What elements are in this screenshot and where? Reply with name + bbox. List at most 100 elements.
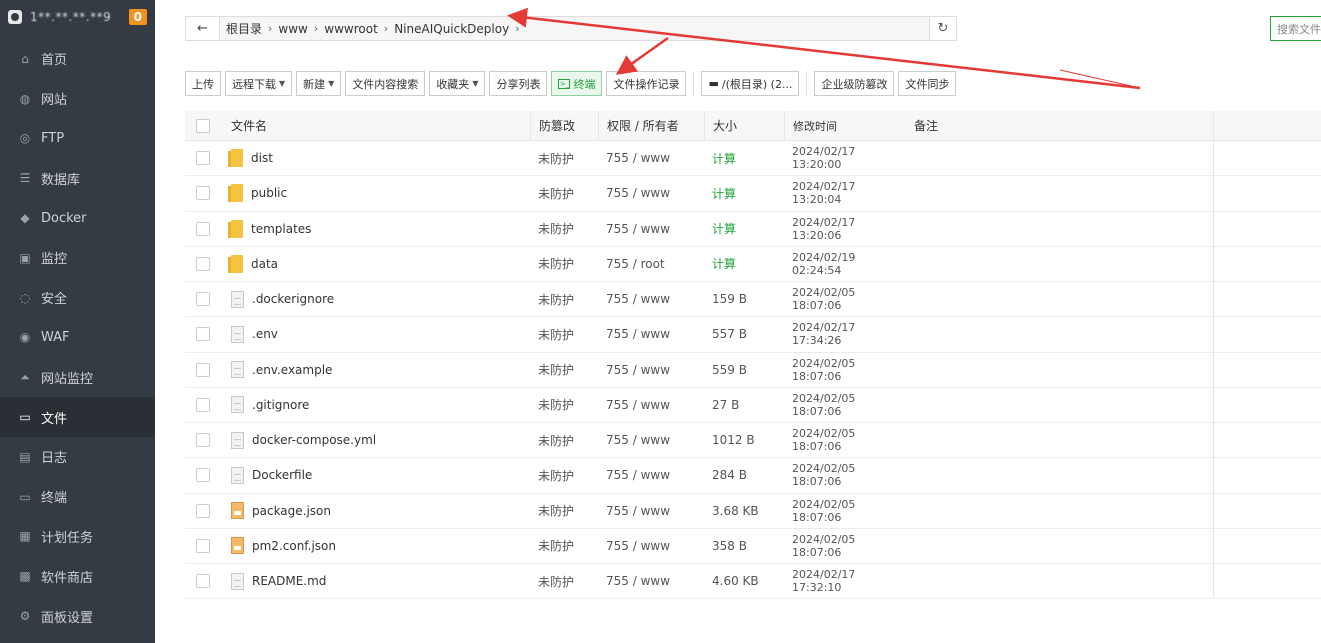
terminal-button[interactable]: >_ 终端	[551, 71, 603, 96]
row-checkbox[interactable]	[196, 468, 210, 483]
protect-status[interactable]: 未防护	[530, 432, 598, 449]
protect-status[interactable]: 未防护	[530, 573, 598, 590]
permission-owner[interactable]: 755 / www	[598, 574, 704, 588]
protect-status[interactable]: 未防护	[530, 185, 598, 202]
note-cell[interactable]	[904, 423, 1214, 458]
sidebar-item-13[interactable]: ▩ 软件商店	[0, 556, 155, 596]
table-row[interactable]: public 未防护 755 / www 计算 2024/02/17 13:20:04	[185, 176, 1321, 212]
protect-status[interactable]: 未防护	[530, 150, 598, 167]
sidebar-item-5[interactable]: ▣ 监控	[0, 238, 155, 278]
permission-owner[interactable]: 755 / www	[598, 186, 704, 200]
sidebar-item-9[interactable]: ▭ 文件	[0, 397, 155, 437]
table-row[interactable]: .env.example 未防护 755 / www 559 B 2024/02/05 …	[185, 352, 1321, 388]
row-checkbox[interactable]	[196, 256, 210, 271]
favorites-button[interactable]: 收藏夹 ▼	[429, 71, 486, 96]
tamper-proof-button[interactable]: 企业级防篡改	[814, 71, 895, 96]
permission-owner[interactable]: 755 / www	[598, 539, 704, 553]
new-button[interactable]: 新建 ▼	[296, 71, 342, 96]
sidebar-item-10[interactable]: ▤ 日志	[0, 437, 155, 477]
refresh-button[interactable]: ↻	[929, 16, 957, 41]
row-checkbox[interactable]	[196, 433, 210, 448]
breadcrumb-item[interactable]: 根目录	[226, 20, 262, 37]
row-checkbox[interactable]	[196, 186, 210, 201]
file-name[interactable]: templates	[251, 222, 311, 236]
file-name[interactable]: .dockerignore	[252, 292, 334, 306]
table-row[interactable]: .gitignore 未防护 755 / www 27 B 2024/02/05 18:…	[185, 387, 1321, 423]
table-row[interactable]: dist 未防护 755 / www 计算 2024/02/17 13:20:00	[185, 141, 1321, 177]
sidebar-item-0[interactable]: ⌂ 首页	[0, 39, 155, 79]
sidebar-item-7[interactable]: ◉ WAF	[0, 318, 155, 358]
header-name[interactable]: 文件名	[221, 117, 530, 134]
table-row[interactable]: pm2.conf.json 未防护 755 / www 358 B 2024/02/05…	[185, 528, 1321, 564]
sidebar-item-12[interactable]: ▦ 计划任务	[0, 517, 155, 557]
protect-status[interactable]: 未防护	[530, 467, 598, 484]
sidebar-item-1[interactable]: ◍ 网站	[0, 79, 155, 119]
note-cell[interactable]	[904, 141, 1214, 176]
row-checkbox[interactable]	[196, 503, 210, 518]
protect-status[interactable]: 未防护	[530, 361, 598, 378]
file-size[interactable]: 计算	[704, 185, 784, 202]
table-row[interactable]: data 未防护 755 / root 计算 2024/02/19 02:24:54	[185, 246, 1321, 282]
note-cell[interactable]	[904, 211, 1214, 246]
row-checkbox[interactable]	[196, 574, 210, 589]
file-size[interactable]: 计算	[704, 220, 784, 237]
row-checkbox[interactable]	[196, 397, 210, 412]
search-input[interactable]: 搜索文件	[1270, 16, 1321, 41]
table-row[interactable]: package.json 未防护 755 / www 3.68 KB 2024/02/0…	[185, 493, 1321, 529]
file-name[interactable]: public	[251, 186, 287, 200]
sidebar-item-3[interactable]: ☰ 数据库	[0, 158, 155, 198]
breadcrumb-item[interactable]: NineAIQuickDeploy	[394, 22, 509, 36]
file-name[interactable]: package.json	[252, 504, 331, 518]
file-name[interactable]: Dockerfile	[252, 468, 312, 482]
header-perm[interactable]: 权限 / 所有者	[598, 111, 704, 140]
disk-button[interactable]: ▬/(根目录) (2...	[701, 71, 800, 96]
permission-owner[interactable]: 755 / root	[598, 257, 704, 271]
table-row[interactable]: .dockerignore 未防护 755 / www 159 B 2024/02/05…	[185, 282, 1321, 318]
sidebar-item-6[interactable]: ◌ 安全	[0, 278, 155, 318]
permission-owner[interactable]: 755 / www	[598, 398, 704, 412]
file-name[interactable]: docker-compose.yml	[252, 433, 376, 447]
protect-status[interactable]: 未防护	[530, 255, 598, 272]
permission-owner[interactable]: 755 / www	[598, 151, 704, 165]
file-size[interactable]: 计算	[704, 150, 784, 167]
breadcrumb-item[interactable]: wwwroot	[324, 22, 378, 36]
note-cell[interactable]	[904, 317, 1214, 352]
file-name[interactable]: pm2.conf.json	[252, 539, 336, 553]
file-name[interactable]: .env.example	[252, 363, 332, 377]
row-checkbox[interactable]	[196, 327, 210, 342]
row-checkbox[interactable]	[196, 292, 210, 307]
note-cell[interactable]	[904, 458, 1214, 493]
file-name[interactable]: README.md	[252, 574, 326, 588]
permission-owner[interactable]: 755 / www	[598, 327, 704, 341]
upload-button[interactable]: 上传	[185, 71, 221, 96]
breadcrumb-item[interactable]: www	[278, 22, 307, 36]
sidebar-item-4[interactable]: ◆ Docker	[0, 198, 155, 238]
file-name[interactable]: data	[251, 257, 278, 271]
file-name[interactable]: .gitignore	[252, 398, 309, 412]
content-search-button[interactable]: 文件内容搜索	[345, 71, 426, 96]
file-name[interactable]: dist	[251, 151, 273, 165]
sidebar-item-2[interactable]: ◎ FTP	[0, 119, 155, 159]
note-cell[interactable]	[904, 246, 1214, 281]
table-row[interactable]: Dockerfile 未防护 755 / www 284 B 2024/02/05 18…	[185, 458, 1321, 494]
note-cell[interactable]	[904, 176, 1214, 211]
file-size[interactable]: 计算	[704, 255, 784, 272]
header-time[interactable]: 修改时间	[784, 111, 904, 140]
permission-owner[interactable]: 755 / www	[598, 504, 704, 518]
protect-status[interactable]: 未防护	[530, 220, 598, 237]
header-size[interactable]: 大小	[704, 111, 784, 140]
protect-status[interactable]: 未防护	[530, 396, 598, 413]
share-list-button[interactable]: 分享列表	[489, 71, 548, 96]
table-row[interactable]: .env 未防护 755 / www 557 B 2024/02/17 17:34:26	[185, 317, 1321, 353]
note-cell[interactable]	[904, 528, 1214, 563]
protect-status[interactable]: 未防护	[530, 537, 598, 554]
sidebar-item-8[interactable]: ⏶ 网站监控	[0, 357, 155, 397]
note-cell[interactable]	[904, 493, 1214, 528]
table-row[interactable]: templates 未防护 755 / www 计算 2024/02/17 13:20:…	[185, 211, 1321, 247]
protect-status[interactable]: 未防护	[530, 326, 598, 343]
file-name[interactable]: .env	[252, 327, 278, 341]
note-cell[interactable]	[904, 282, 1214, 317]
sidebar-item-11[interactable]: ▭ 终端	[0, 477, 155, 517]
permission-owner[interactable]: 755 / www	[598, 433, 704, 447]
row-checkbox[interactable]	[196, 538, 210, 553]
